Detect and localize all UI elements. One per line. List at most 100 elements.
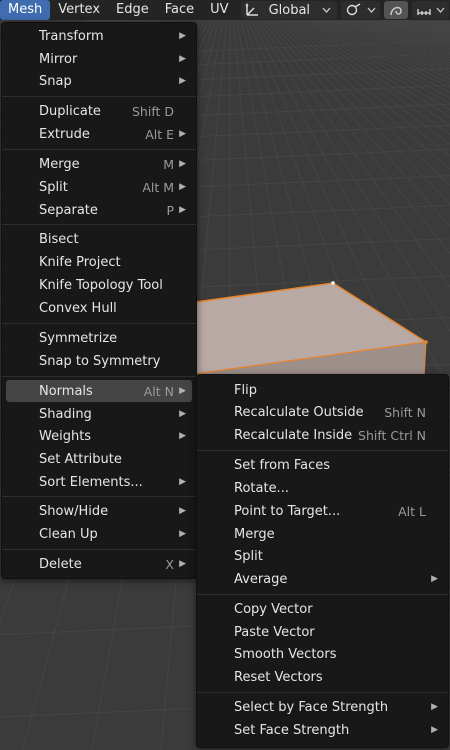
menu-item-shading[interactable]: Shading ▶ (6, 403, 192, 425)
menu-item-shortcut: X (165, 556, 174, 572)
menu-item-knife-project[interactable]: Knife Project (6, 251, 192, 273)
menu-item-label: Symmetrize (39, 330, 118, 346)
normals-item-point-to-target[interactable]: Point to Target... Alt L (201, 500, 444, 522)
menu-separator (2, 549, 196, 550)
submenu-arrow-icon: ▶ (179, 529, 186, 539)
normals-item-rotate[interactable]: Rotate... (201, 477, 444, 499)
submenu-arrow-icon: ▶ (179, 54, 186, 64)
menu-separator (2, 323, 196, 324)
menu-item-label: Merge (234, 526, 275, 542)
chevron-down-icon (322, 7, 331, 13)
menu-item-shortcut: Alt L (398, 503, 426, 519)
submenu-arrow-icon: ▶ (431, 702, 438, 712)
mesh-menu: Transform ▶ Mirror ▶ Snap ▶ Duplicate Shift D Ex… (1, 22, 197, 579)
menu-item-bisect[interactable]: Bisect (6, 228, 192, 250)
menu-separator (197, 450, 448, 451)
pivot-point-dropdown[interactable] (341, 1, 381, 19)
menu-item-clean-up[interactable]: Clean Up ▶ (6, 523, 192, 545)
menu-item-label: Copy Vector (234, 601, 313, 617)
normals-item-smooth-vectors[interactable]: Smooth Vectors (201, 643, 444, 665)
menu-item-extrude[interactable]: Extrude Alt E ▶ (6, 123, 192, 145)
normals-item-merge[interactable]: Merge (201, 523, 444, 545)
menu-item-sort-elements[interactable]: Sort Elements... ▶ (6, 471, 192, 493)
menu-item-label: Paste Vector (234, 624, 315, 640)
menu-item-label: Mirror (39, 51, 78, 67)
menu-item-label: Snap (39, 73, 72, 89)
normals-item-set-from-faces[interactable]: Set from Faces (201, 454, 444, 476)
menu-item-normals[interactable]: Normals Alt N ▶ (6, 380, 192, 402)
header-menu-face[interactable]: Face (157, 0, 202, 20)
submenu-arrow-icon: ▶ (179, 31, 186, 41)
menu-item-shortcut: M (163, 156, 174, 172)
normals-item-copy-vector[interactable]: Copy Vector (201, 598, 444, 620)
menu-item-symmetrize[interactable]: Symmetrize (6, 327, 192, 349)
menu-item-weights[interactable]: Weights ▶ (6, 425, 192, 447)
menu-item-label: Knife Topology Tool (39, 277, 163, 293)
menu-item-label: Snap to Symmetry (39, 353, 161, 369)
menu-item-label: Reset Vectors (234, 669, 323, 685)
submenu-arrow-icon: ▶ (431, 574, 438, 584)
menu-separator (2, 224, 196, 225)
normals-item-average[interactable]: Average ▶ (201, 568, 444, 590)
menu-item-separate[interactable]: Separate P ▶ (6, 199, 192, 221)
menu-item-label: Set from Faces (234, 457, 331, 473)
header-menu-uv[interactable]: UV (202, 0, 236, 20)
menu-item-merge[interactable]: Merge M ▶ (6, 153, 192, 175)
submenu-arrow-icon: ▶ (179, 559, 186, 569)
transform-orientation-dropdown[interactable]: Global (240, 1, 338, 19)
submenu-arrow-icon: ▶ (431, 725, 438, 735)
menu-item-transform[interactable]: Transform ▶ (6, 25, 192, 47)
submenu-arrow-icon: ▶ (179, 159, 186, 169)
selected-cube[interactable] (195, 281, 429, 379)
menu-item-knife-topology-tool[interactable]: Knife Topology Tool (6, 274, 192, 296)
chevron-down-icon (436, 7, 445, 13)
menu-item-label: Set Face Strength (234, 722, 350, 738)
menu-item-label: Bisect (39, 231, 79, 247)
normals-item-split[interactable]: Split (201, 545, 444, 567)
menu-item-label: Extrude (39, 126, 90, 142)
menu-item-mirror[interactable]: Mirror ▶ (6, 48, 192, 70)
submenu-arrow-icon: ▶ (179, 76, 186, 86)
normals-item-reset-vectors[interactable]: Reset Vectors (201, 666, 444, 688)
normals-item-flip[interactable]: Flip (201, 379, 444, 401)
menu-item-shortcut: Shift N (384, 404, 426, 420)
menu-item-label: Average (234, 571, 288, 587)
menu-item-delete[interactable]: Delete X ▶ (6, 553, 192, 575)
normals-item-recalculate-inside[interactable]: Recalculate Inside Shift Ctrl N (201, 424, 444, 446)
snapping-increment-icon (416, 3, 432, 17)
menu-item-set-attribute[interactable]: Set Attribute (6, 448, 192, 470)
orientation-label: Global (268, 2, 311, 18)
normals-item-paste-vector[interactable]: Paste Vector (201, 621, 444, 643)
menu-item-label: Separate (39, 202, 98, 218)
snapping-dropdown[interactable] (412, 1, 450, 19)
menu-item-convex-hull[interactable]: Convex Hull (6, 297, 192, 319)
submenu-arrow-icon: ▶ (179, 182, 186, 192)
menu-item-label: Sort Elements... (39, 474, 143, 490)
menu-item-shortcut: P (166, 202, 174, 218)
viewport-header: Mesh Vertex Edge Face UV Global (0, 0, 450, 20)
menu-item-snap-to-symmetry[interactable]: Snap to Symmetry (6, 350, 192, 372)
menu-item-label: Normals (39, 383, 93, 399)
menu-item-label: Knife Project (39, 254, 121, 270)
menu-item-show-hide[interactable]: Show/Hide ▶ (6, 500, 192, 522)
normals-item-set-face-strength[interactable]: Set Face Strength ▶ (201, 719, 444, 741)
menu-item-label: Merge (39, 156, 80, 172)
submenu-arrow-icon: ▶ (179, 129, 186, 139)
normals-item-recalculate-outside[interactable]: Recalculate Outside Shift N (201, 401, 444, 423)
proportional-editing-toggle[interactable] (384, 1, 409, 19)
menu-item-shortcut: Alt E (145, 126, 174, 142)
menu-item-split[interactable]: Split Alt M ▶ (6, 176, 192, 198)
menu-item-duplicate[interactable]: Duplicate Shift D (6, 100, 192, 122)
normals-item-select-by-face-strength[interactable]: Select by Face Strength ▶ (201, 696, 444, 718)
menu-item-shortcut: Alt M (142, 179, 174, 195)
header-menu-mesh[interactable]: Mesh (0, 0, 51, 20)
menu-separator (197, 594, 448, 595)
link-icon (345, 3, 363, 17)
header-menu-edge[interactable]: Edge (108, 0, 157, 20)
menu-separator (2, 149, 196, 150)
menu-item-shortcut: Shift D (131, 103, 174, 119)
menu-item-label: Shading (39, 406, 92, 422)
header-menu-vertex[interactable]: Vertex (50, 0, 108, 20)
menu-item-snap[interactable]: Snap ▶ (6, 70, 192, 92)
submenu-arrow-icon: ▶ (179, 409, 186, 419)
